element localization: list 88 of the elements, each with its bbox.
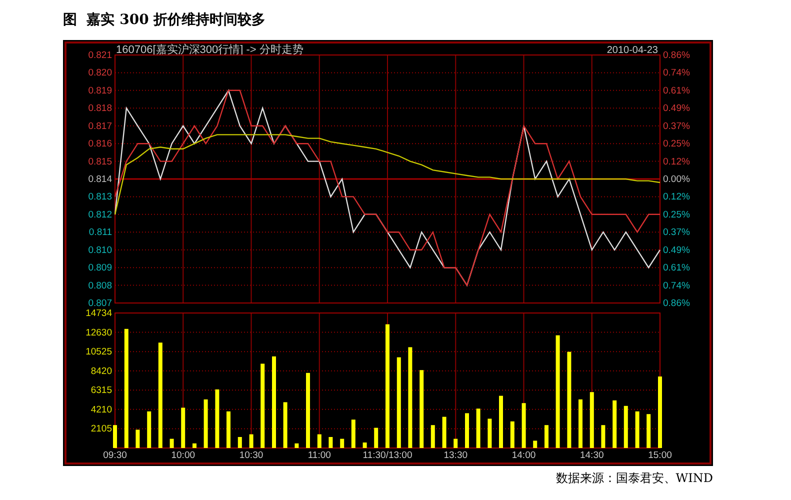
percent-axis-label: 0.74%: [663, 280, 690, 292]
volume-bar: [590, 392, 594, 448]
time-axis-label: 11:30/13:00: [362, 450, 412, 461]
date-label: 2010-04-23: [606, 45, 658, 56]
price-axis-label: 0.810: [88, 244, 112, 256]
volume-bar: [510, 421, 514, 448]
volume-bar: [374, 428, 378, 448]
volume-bar: [578, 399, 582, 448]
price-axis-label: 0.821: [88, 50, 112, 61]
volume-bar: [442, 416, 446, 448]
price-axis-label: 0.816: [88, 138, 112, 150]
volume-bar: [499, 396, 503, 448]
time-axis-label: 13:30: [444, 450, 468, 461]
price-axis-label: 0.820: [88, 68, 112, 79]
volume-bar: [362, 442, 367, 448]
volume-bar: [226, 411, 230, 448]
volume-axis-label: 4210: [90, 404, 112, 416]
price-axis-label: 0.817: [88, 120, 112, 132]
volume-bar: [170, 438, 174, 448]
volume-bar: [181, 408, 186, 448]
percent-axis-label: 0.37%: [663, 120, 690, 132]
time-axis-label: 09:30: [103, 450, 127, 461]
price-axis-label: 0.809: [88, 262, 112, 274]
time-axis-label: 14:30: [580, 450, 604, 461]
volume-bar: [533, 440, 538, 448]
volume-axis-label: 10525: [86, 346, 112, 358]
volume-bar: [635, 411, 640, 448]
price-axis-label: 0.814: [88, 174, 112, 185]
price-axis-label: 0.813: [88, 192, 112, 203]
percent-axis-label: 0.00%: [663, 174, 690, 185]
price-axis-label: 0.819: [88, 85, 112, 96]
source-note: 数据来源：国泰君安、WIND: [556, 470, 713, 487]
volume-bar: [215, 389, 220, 448]
volume-bar: [522, 403, 526, 448]
percent-axis-label: 0.86%: [663, 298, 690, 309]
price-axis-label: 0.818: [88, 103, 112, 114]
volume-bar: [465, 413, 469, 448]
percent-axis-label: 0.61%: [663, 262, 690, 274]
price-axis-label: 0.807: [88, 298, 112, 309]
volume-bar: [430, 425, 435, 448]
volume-bar: [294, 443, 299, 448]
price-axis-label: 0.812: [88, 209, 112, 220]
percent-axis-label: 0.37%: [663, 227, 690, 238]
volume-bar: [646, 414, 651, 448]
volume-bar: [624, 406, 628, 448]
time-axis-label: 11:00: [308, 450, 331, 461]
volume-bar: [658, 376, 662, 448]
volume-bar: [612, 400, 617, 448]
volume-axis-label: 14734: [86, 308, 112, 319]
price-axis-label: 0.808: [88, 280, 112, 292]
percent-axis-label: 0.49%: [663, 103, 690, 114]
volume-bar: [351, 420, 356, 448]
percent-axis-label: 0.61%: [663, 85, 690, 96]
volume-axis-label: 12630: [86, 327, 112, 338]
line-series: [114, 134, 661, 215]
percent-axis-label: 0.12%: [663, 156, 690, 168]
volume-bar: [601, 425, 606, 448]
percent-axis-label: 0.49%: [663, 244, 690, 256]
time-axis-label: 14:00: [512, 450, 536, 461]
percent-axis-label: 0.74%: [663, 68, 690, 79]
volume-bar: [454, 438, 458, 448]
figure-title: 图 嘉实 300 折价维持时间较多: [63, 12, 266, 28]
time-axis-label: 10:00: [171, 450, 196, 461]
volume-bar: [283, 402, 288, 448]
volume-bar: [249, 434, 254, 448]
volume-bar: [136, 430, 140, 448]
volume-bar: [113, 425, 117, 448]
volume-axis-label: 2105: [90, 424, 112, 435]
price-axis-label: 0.811: [88, 227, 112, 238]
volume-bar: [204, 399, 208, 448]
price-axis-label: 0.815: [88, 156, 112, 168]
percent-axis-label: 0.25%: [663, 209, 690, 220]
volume-bar: [476, 408, 480, 448]
volume-bar: [340, 438, 344, 448]
volume-bar: [192, 443, 196, 448]
volume-axis-label: 8420: [90, 366, 112, 377]
volume-bar: [488, 418, 492, 448]
volume-bar: [238, 437, 242, 448]
volume-bar: [544, 425, 548, 448]
volume-bar: [328, 437, 333, 448]
percent-axis-label: 0.25%: [663, 138, 690, 150]
percent-axis-label: 0.12%: [663, 192, 690, 203]
volume-bar: [317, 434, 322, 448]
volume-bar: [147, 411, 152, 448]
volume-axis-label: 6315: [90, 385, 112, 396]
time-axis-label: 15:00: [648, 450, 672, 461]
time-axis-label: 10:30: [239, 450, 264, 461]
percent-axis-label: 0.86%: [663, 50, 690, 61]
